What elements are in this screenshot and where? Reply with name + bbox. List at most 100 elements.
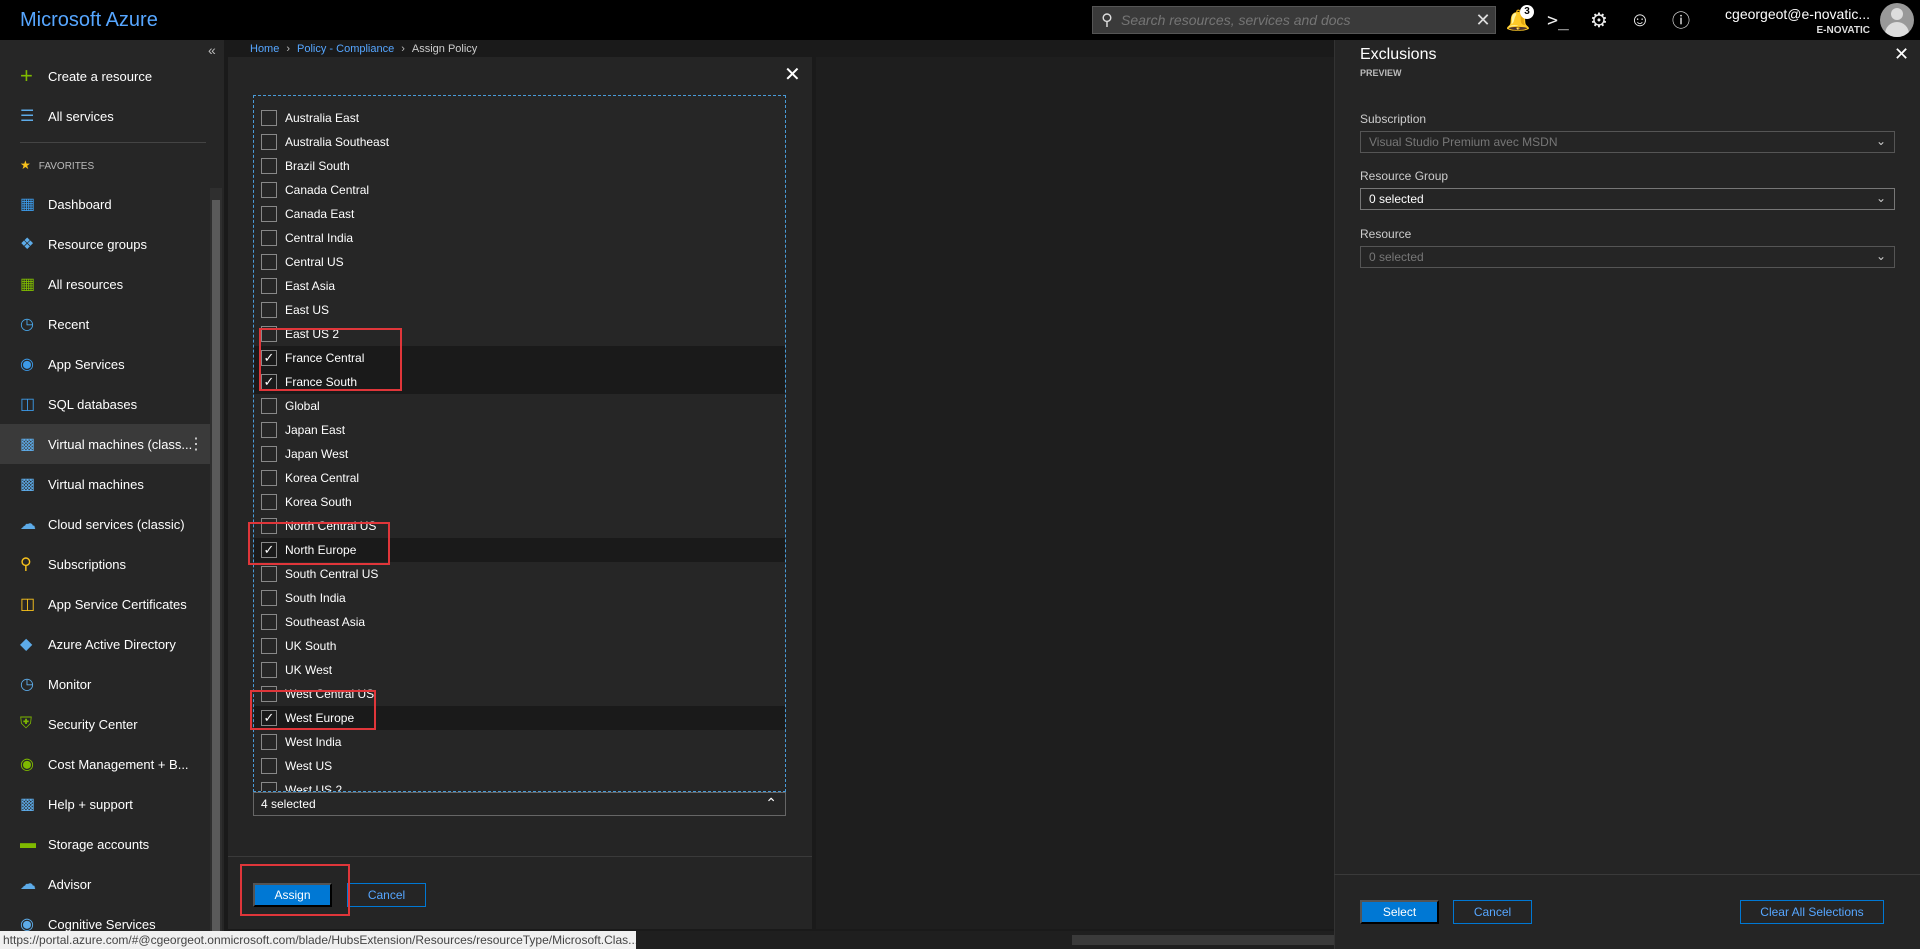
breadcrumb-policy[interactable]: Policy - Compliance — [297, 43, 394, 55]
location-row[interactable]: UK West — [254, 658, 785, 682]
checkbox[interactable] — [261, 278, 277, 294]
assign-button[interactable]: Assign — [253, 883, 332, 907]
location-row[interactable]: Korea Central — [254, 466, 785, 490]
checkbox-checked[interactable]: ✓ — [261, 374, 277, 390]
help-button[interactable]: ⓘ — [1661, 0, 1701, 40]
location-row[interactable]: Canada East — [254, 202, 785, 226]
sidebar-item[interactable]: ◆ Azure Active Directory — [0, 624, 210, 664]
location-row[interactable]: UK South — [254, 634, 785, 658]
sidebar-item[interactable]: ◫ SQL databases — [0, 384, 210, 424]
location-row[interactable]: North Central US — [254, 514, 785, 538]
sidebar-scrollbar[interactable] — [210, 188, 222, 949]
checkbox[interactable] — [261, 758, 277, 774]
checkbox[interactable] — [261, 734, 277, 750]
location-row[interactable]: West Central US — [254, 682, 785, 706]
location-row[interactable]: Korea South — [254, 490, 785, 514]
location-row[interactable]: Brazil South — [254, 154, 785, 178]
checkbox[interactable] — [261, 182, 277, 198]
location-row[interactable]: South India — [254, 586, 785, 610]
subscription-dropdown[interactable]: Visual Studio Premium avec MSDN ⌄ — [1360, 131, 1895, 153]
location-row[interactable]: Australia Southeast — [254, 130, 785, 154]
location-row[interactable]: ✓ France South — [254, 370, 785, 394]
checkbox[interactable] — [261, 638, 277, 654]
location-row[interactable]: West India — [254, 730, 785, 754]
location-row[interactable]: ✓ North Europe — [254, 538, 785, 562]
notifications-button[interactable]: 🔔 3 — [1498, 0, 1538, 40]
clear-all-selections-button[interactable]: Clear All Selections — [1740, 900, 1884, 924]
resource-group-dropdown[interactable]: 0 selected ⌄ — [1360, 188, 1895, 210]
checkbox[interactable] — [261, 422, 277, 438]
sidebar-item[interactable]: ▩ Virtual machines — [0, 464, 210, 504]
location-dropdown[interactable]: 4 selected ⌃ — [253, 792, 786, 816]
checkbox[interactable] — [261, 662, 277, 678]
checkbox[interactable] — [261, 326, 277, 342]
location-row[interactable]: East US — [254, 298, 785, 322]
brand-title[interactable]: Microsoft Azure — [20, 9, 158, 32]
sidebar-item[interactable]: ▩ Virtual machines (class... ⋮ — [0, 424, 210, 464]
cloud-shell-button[interactable]: >_ — [1538, 0, 1578, 40]
sidebar-item[interactable]: ◷ Monitor — [0, 664, 210, 704]
sidebar-item[interactable]: ⚲ Subscriptions — [0, 544, 210, 584]
checkbox[interactable] — [261, 686, 277, 702]
sidebar-item[interactable]: ❖ Resource groups — [0, 224, 210, 264]
user-account[interactable]: cgeorgeot@e-novatic... E-NOVATIC — [1700, 6, 1870, 36]
sidebar-item[interactable]: ◉ App Services — [0, 344, 210, 384]
location-row[interactable]: East US 2 — [254, 322, 785, 346]
sidebar-item[interactable]: ▩ Help + support — [0, 784, 210, 824]
location-list[interactable]: Australia East Australia Southeast Brazil … — [253, 95, 786, 792]
checkbox[interactable] — [261, 518, 277, 534]
location-row[interactable]: Central US — [254, 250, 785, 274]
location-row[interactable]: South Central US — [254, 562, 785, 586]
cancel-button[interactable]: Cancel — [347, 883, 426, 907]
clear-search-icon[interactable]: ✕ — [1471, 10, 1495, 31]
checkbox[interactable] — [261, 134, 277, 150]
checkbox[interactable] — [261, 158, 277, 174]
search-input[interactable] — [1121, 12, 1471, 28]
avatar[interactable] — [1880, 3, 1914, 37]
checkbox[interactable] — [261, 782, 277, 791]
more-icon[interactable]: ⋮ — [188, 434, 204, 454]
location-row[interactable]: Japan West — [254, 442, 785, 466]
select-button[interactable]: Select — [1360, 900, 1439, 924]
exclusions-cancel-button[interactable]: Cancel — [1453, 900, 1532, 924]
checkbox-checked[interactable]: ✓ — [261, 542, 277, 558]
sidebar-create-resource[interactable]: + Create a resource — [0, 56, 210, 96]
feedback-button[interactable]: ☺ — [1620, 0, 1660, 40]
breadcrumb-home[interactable]: Home — [250, 43, 279, 55]
location-row[interactable]: ✓ France Central — [254, 346, 785, 370]
checkbox[interactable] — [261, 230, 277, 246]
checkbox[interactable] — [261, 590, 277, 606]
location-row[interactable]: Japan East — [254, 418, 785, 442]
location-row[interactable]: ✓ West Europe — [254, 706, 785, 730]
location-row[interactable]: West US — [254, 754, 785, 778]
close-icon[interactable]: ✕ — [1894, 44, 1909, 65]
checkbox[interactable] — [261, 470, 277, 486]
checkbox[interactable] — [261, 302, 277, 318]
close-icon[interactable]: ✕ — [784, 62, 801, 87]
location-row[interactable]: Canada Central — [254, 178, 785, 202]
location-row[interactable]: Global — [254, 394, 785, 418]
checkbox[interactable] — [261, 398, 277, 414]
global-search[interactable]: ⚲ ✕ — [1092, 6, 1496, 34]
sidebar-item[interactable]: ◫ App Service Certificates — [0, 584, 210, 624]
sidebar-item[interactable]: ◷ Recent — [0, 304, 210, 344]
checkbox[interactable] — [261, 254, 277, 270]
checkbox[interactable] — [261, 110, 277, 126]
location-row[interactable]: East Asia — [254, 274, 785, 298]
checkbox-checked[interactable]: ✓ — [261, 710, 277, 726]
checkbox[interactable] — [261, 494, 277, 510]
sidebar-item[interactable]: ▦ All resources — [0, 264, 210, 304]
sidebar-item[interactable]: ◉ Cost Management + B... — [0, 744, 210, 784]
location-row[interactable]: West US 2 — [254, 778, 785, 791]
sidebar-item[interactable]: ⛨ Security Center — [0, 704, 210, 744]
checkbox[interactable] — [261, 206, 277, 222]
checkbox[interactable] — [261, 566, 277, 582]
location-row[interactable]: Central India — [254, 226, 785, 250]
sidebar-all-services[interactable]: ☰ All services — [0, 96, 210, 136]
sidebar-item[interactable]: ▬ Storage accounts — [0, 824, 210, 864]
sidebar-item[interactable]: ▦ Dashboard — [0, 184, 210, 224]
resource-dropdown[interactable]: 0 selected ⌄ — [1360, 246, 1895, 268]
location-row[interactable]: Australia East — [254, 106, 785, 130]
sidebar-item[interactable]: ☁ Advisor — [0, 864, 210, 904]
sidebar-item[interactable]: ☁ Cloud services (classic) — [0, 504, 210, 544]
